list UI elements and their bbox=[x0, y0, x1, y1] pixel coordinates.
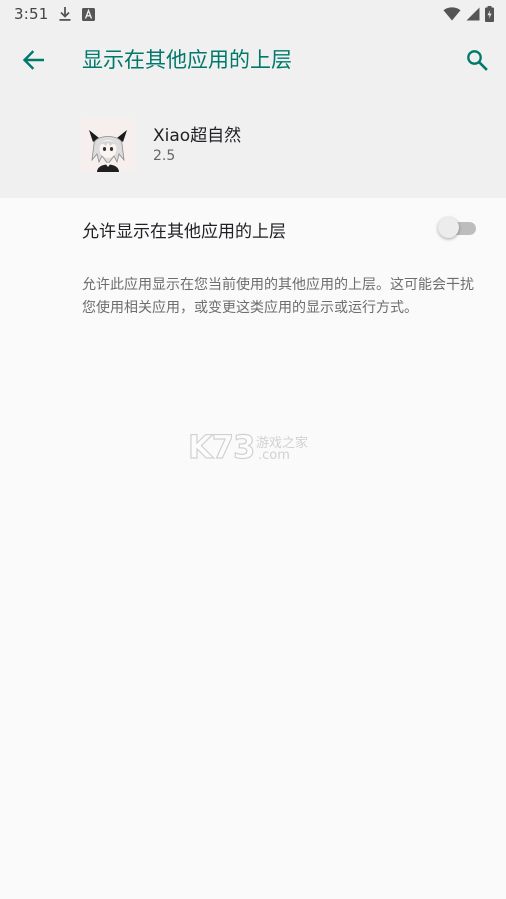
watermark-domain: .com bbox=[258, 448, 290, 463]
status-time: 3:51 bbox=[14, 5, 49, 23]
search-button[interactable] bbox=[458, 41, 496, 79]
keyboard-a-icon bbox=[82, 7, 96, 21]
overlay-permission-label: 允许显示在其他应用的上层 bbox=[82, 222, 286, 242]
signal-icon bbox=[466, 7, 480, 21]
status-bar: 3:51 bbox=[0, 0, 506, 28]
app-header: Xiao超自然 2.5 bbox=[0, 92, 506, 198]
overlay-permission-switch[interactable] bbox=[438, 217, 478, 239]
watermark-logo-text: K73 bbox=[187, 427, 256, 466]
battery-icon bbox=[485, 6, 494, 22]
page-title: 显示在其他应用的上层 bbox=[82, 48, 292, 72]
status-left: 3:51 bbox=[14, 5, 96, 23]
watermark-logo: K73 游戏之家 .com bbox=[187, 427, 318, 466]
download-icon bbox=[58, 6, 72, 22]
status-right bbox=[443, 6, 494, 22]
switch-thumb bbox=[438, 217, 459, 238]
search-icon bbox=[467, 50, 488, 71]
app-icon bbox=[81, 118, 135, 172]
app-bar: 显示在其他应用的上层 bbox=[0, 28, 506, 92]
wifi-icon bbox=[443, 7, 461, 21]
overlay-permission-row[interactable]: 允许显示在其他应用的上层 bbox=[0, 198, 506, 258]
arrow-back-icon bbox=[22, 50, 44, 70]
permission-description: 允许此应用显示在您当前使用的其他应用的上层。这可能会干扰您使用相关应用，或变更这… bbox=[82, 277, 474, 316]
app-name: Xiao超自然 bbox=[153, 126, 242, 146]
app-version: 2.5 bbox=[153, 148, 176, 164]
back-button[interactable] bbox=[14, 41, 52, 79]
